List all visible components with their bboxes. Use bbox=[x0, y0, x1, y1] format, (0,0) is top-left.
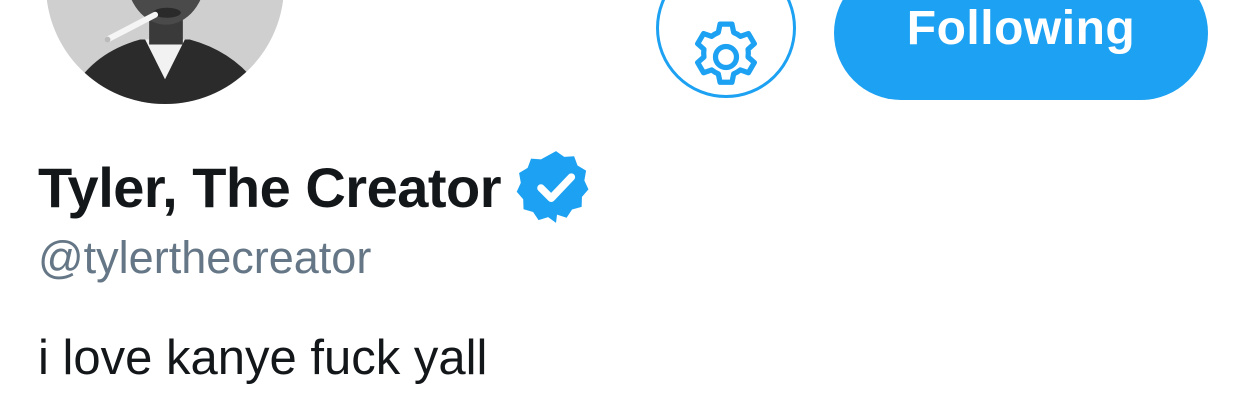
name-row: Tyler, The Creator bbox=[38, 146, 597, 228]
following-button[interactable]: Following bbox=[834, 0, 1208, 100]
profile-bio: i love kanye fuck yall bbox=[38, 331, 488, 385]
avatar-image bbox=[46, 0, 284, 104]
verified-badge-icon bbox=[516, 151, 589, 223]
avatar-photo bbox=[46, 0, 284, 104]
gear-icon bbox=[695, 21, 757, 85]
user-handle: @tylerthecreator bbox=[38, 232, 372, 283]
avatar[interactable] bbox=[40, 0, 290, 110]
display-name: Tyler, The Creator bbox=[38, 155, 502, 219]
following-button-label: Following bbox=[906, 2, 1136, 55]
settings-button[interactable] bbox=[656, 0, 796, 98]
profile-header: Following Tyler, The Creator @tylerthecr… bbox=[0, 0, 1241, 413]
